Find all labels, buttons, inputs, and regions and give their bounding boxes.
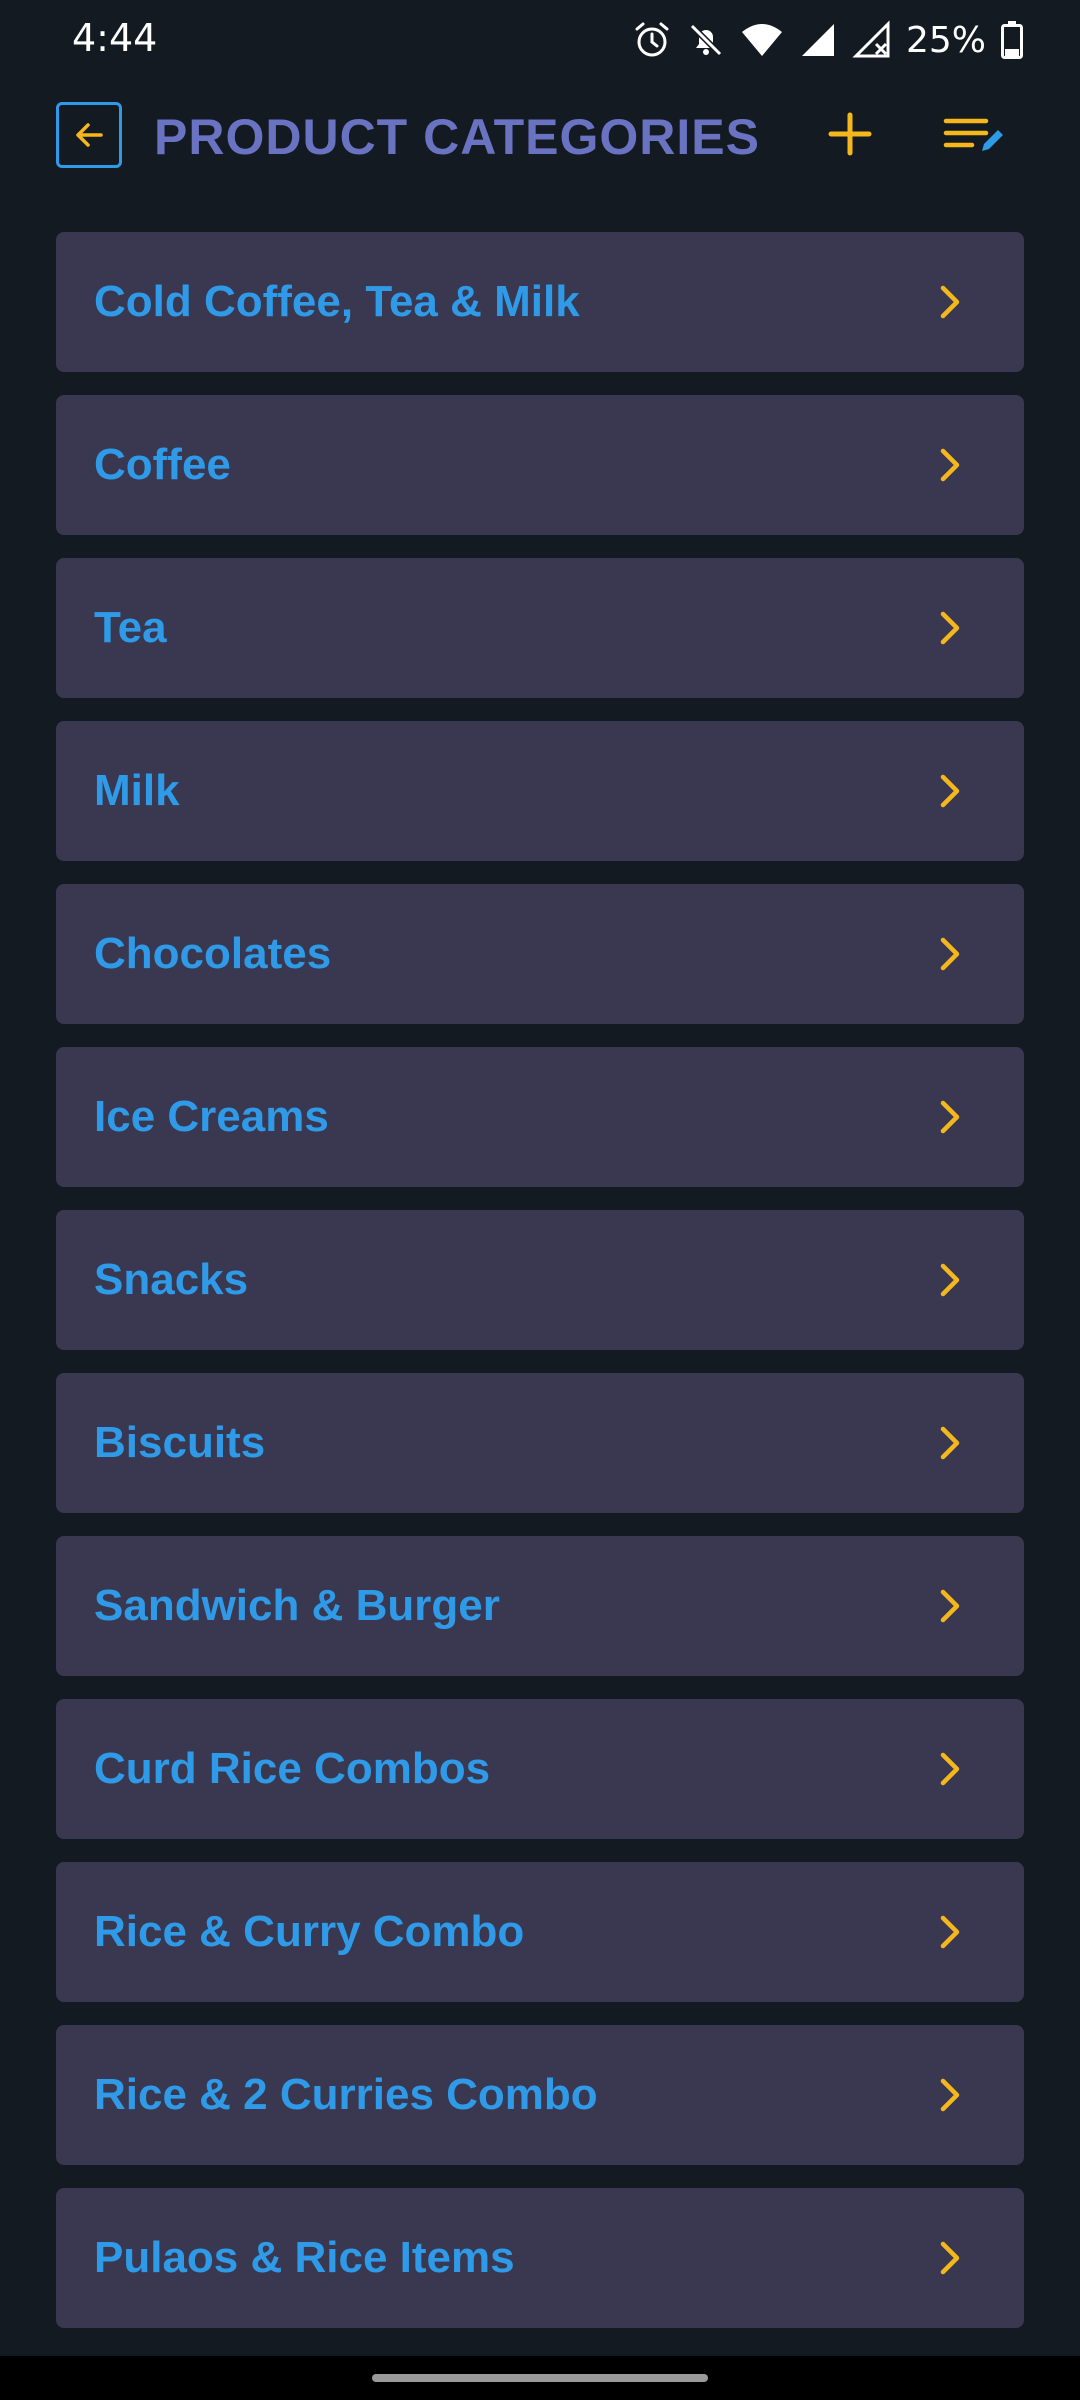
category-label: Rice & 2 Curries Combo (94, 2070, 598, 2119)
chevron-right-icon (940, 2241, 960, 2275)
category-item[interactable]: Curd Rice Combos (56, 1699, 1024, 1839)
category-label: Biscuits (94, 1418, 266, 1467)
category-label: Cold Coffee, Tea & Milk (94, 277, 580, 326)
chevron-right-icon (940, 1426, 960, 1460)
category-label: Pulaos & Rice Items (94, 2233, 515, 2282)
chevron-right-icon (940, 448, 960, 482)
category-label: Tea (94, 603, 167, 652)
status-icons: 25% (632, 18, 1024, 62)
chevron-right-icon (940, 1100, 960, 1134)
battery-icon (1001, 21, 1023, 59)
category-list: Cold Coffee, Tea & Milk Coffee Tea Milk Choc… (56, 232, 1024, 2356)
category-item[interactable]: Sandwich & Burger (56, 1536, 1024, 1676)
category-label: Rice & Curry Combo (94, 1907, 525, 1956)
category-item[interactable]: Rice & 2 Curries Combo (56, 2025, 1024, 2165)
signal-icon (801, 24, 834, 56)
gesture-handle[interactable] (372, 2374, 708, 2382)
edit-list-button[interactable] (940, 104, 1010, 164)
category-item[interactable]: Biscuits (56, 1373, 1024, 1513)
chevron-right-icon (940, 611, 960, 645)
category-item[interactable]: Ice Creams (56, 1047, 1024, 1187)
wifi-icon (741, 24, 782, 56)
chevron-right-icon (940, 1263, 960, 1297)
chevron-right-icon (940, 774, 960, 808)
add-category-button[interactable] (820, 104, 880, 164)
category-item[interactable]: Rice & Curry Combo (56, 1862, 1024, 2002)
alarm-icon (635, 22, 669, 57)
category-label: Coffee (94, 440, 231, 489)
category-item[interactable]: Chocolates (56, 884, 1024, 1024)
category-item[interactable]: Pulaos & Rice Items (56, 2188, 1024, 2328)
category-label: Milk (94, 766, 180, 815)
category-item[interactable]: Snacks (56, 1210, 1024, 1350)
category-label: Curd Rice Combos (94, 1744, 491, 1793)
battery-percent: 25% (905, 19, 986, 61)
category-item[interactable]: Milk (56, 721, 1024, 861)
navigation-bar (0, 2356, 1080, 2400)
category-item[interactable]: Tea (56, 558, 1024, 698)
category-label: Sandwich & Burger (94, 1581, 500, 1630)
back-button[interactable] (56, 102, 122, 168)
category-item[interactable]: Coffee (56, 395, 1024, 535)
category-item[interactable]: Cold Coffee, Tea & Milk (56, 232, 1024, 372)
notifications-off-icon (689, 23, 723, 57)
arrow-left-icon (76, 123, 103, 147)
status-bar: 4:44 25% (0, 0, 1080, 80)
app-bar: PRODUCT CATEGORIES (0, 90, 1080, 186)
chevron-right-icon (940, 937, 960, 971)
chevron-right-icon (940, 285, 960, 319)
chevron-right-icon (940, 1589, 960, 1623)
page-title: PRODUCT CATEGORIES (154, 109, 760, 165)
plus-icon (828, 112, 872, 156)
category-label: Snacks (94, 1255, 249, 1304)
edit-list-icon (943, 118, 1003, 151)
signal-no-service-icon (852, 20, 890, 58)
status-time: 4:44 (72, 16, 158, 60)
chevron-right-icon (940, 1752, 960, 1786)
chevron-right-icon (940, 2078, 960, 2112)
category-label: Ice Creams (94, 1092, 329, 1141)
chevron-right-icon (940, 1915, 960, 1949)
category-label: Chocolates (94, 929, 332, 978)
